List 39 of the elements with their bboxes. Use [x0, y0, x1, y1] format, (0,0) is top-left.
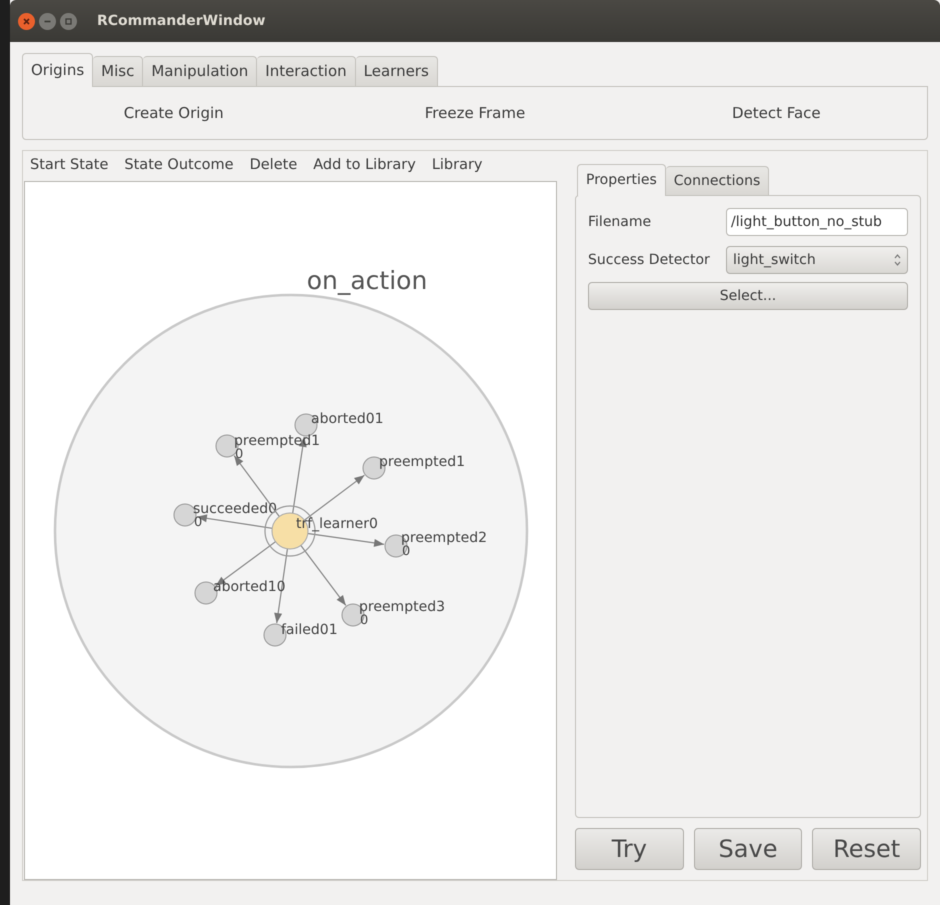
node-label: preempted2	[401, 530, 487, 546]
field-label: Success Detector	[588, 250, 710, 270]
node-label: trf_learner0	[296, 516, 378, 532]
toolbar-button[interactable]: Library	[426, 155, 489, 177]
toolbar-button[interactable]: Delete	[244, 155, 304, 177]
tab[interactable]: Misc	[93, 56, 144, 86]
toolbar-button[interactable]: State Outcome	[118, 155, 240, 177]
node-label: preempted1	[379, 454, 465, 470]
spinner-arrows-icon	[894, 254, 901, 266]
toolbar-button[interactable]: Add to Library	[307, 155, 422, 177]
node-sublabel: 0	[194, 515, 202, 530]
action-button[interactable]: Reset	[812, 828, 922, 870]
window-title: RCommanderWindow	[97, 12, 266, 30]
tool-button[interactable]: Freeze Frame	[324, 98, 626, 128]
tab[interactable]: Origins	[22, 53, 94, 87]
tab[interactable]: Manipulation	[143, 56, 258, 86]
node-label: failed01	[281, 622, 338, 638]
tool-button[interactable]: Detect Face	[626, 98, 927, 128]
action-button[interactable]: Try	[575, 828, 684, 870]
tool-button[interactable]: Create Origin	[23, 98, 324, 128]
field-label: Filename	[588, 212, 652, 232]
node-label: aborted01	[311, 411, 384, 427]
maximize-icon[interactable]	[60, 12, 77, 30]
node-sublabel: 0	[235, 447, 244, 462]
container-title: on_action	[306, 266, 428, 295]
minimize-icon[interactable]	[39, 12, 56, 30]
select-button[interactable]: Select...	[588, 282, 908, 310]
action-button[interactable]: Save	[694, 828, 802, 870]
node-label: preempted3	[359, 599, 445, 615]
tab[interactable]: Interaction	[257, 56, 356, 86]
tab[interactable]: Connections	[666, 166, 770, 195]
node-sublabel: 0	[360, 613, 368, 628]
tab[interactable]: Properties	[577, 164, 666, 196]
close-icon[interactable]	[18, 12, 35, 30]
filename-field[interactable]: /light_button_no_stub	[726, 208, 908, 236]
tab[interactable]: Learners	[356, 56, 438, 86]
node-sublabel: 0	[402, 544, 410, 559]
detector-dropdown[interactable]: light_switch	[726, 246, 908, 274]
toolbar-button[interactable]: Start State	[24, 155, 114, 177]
